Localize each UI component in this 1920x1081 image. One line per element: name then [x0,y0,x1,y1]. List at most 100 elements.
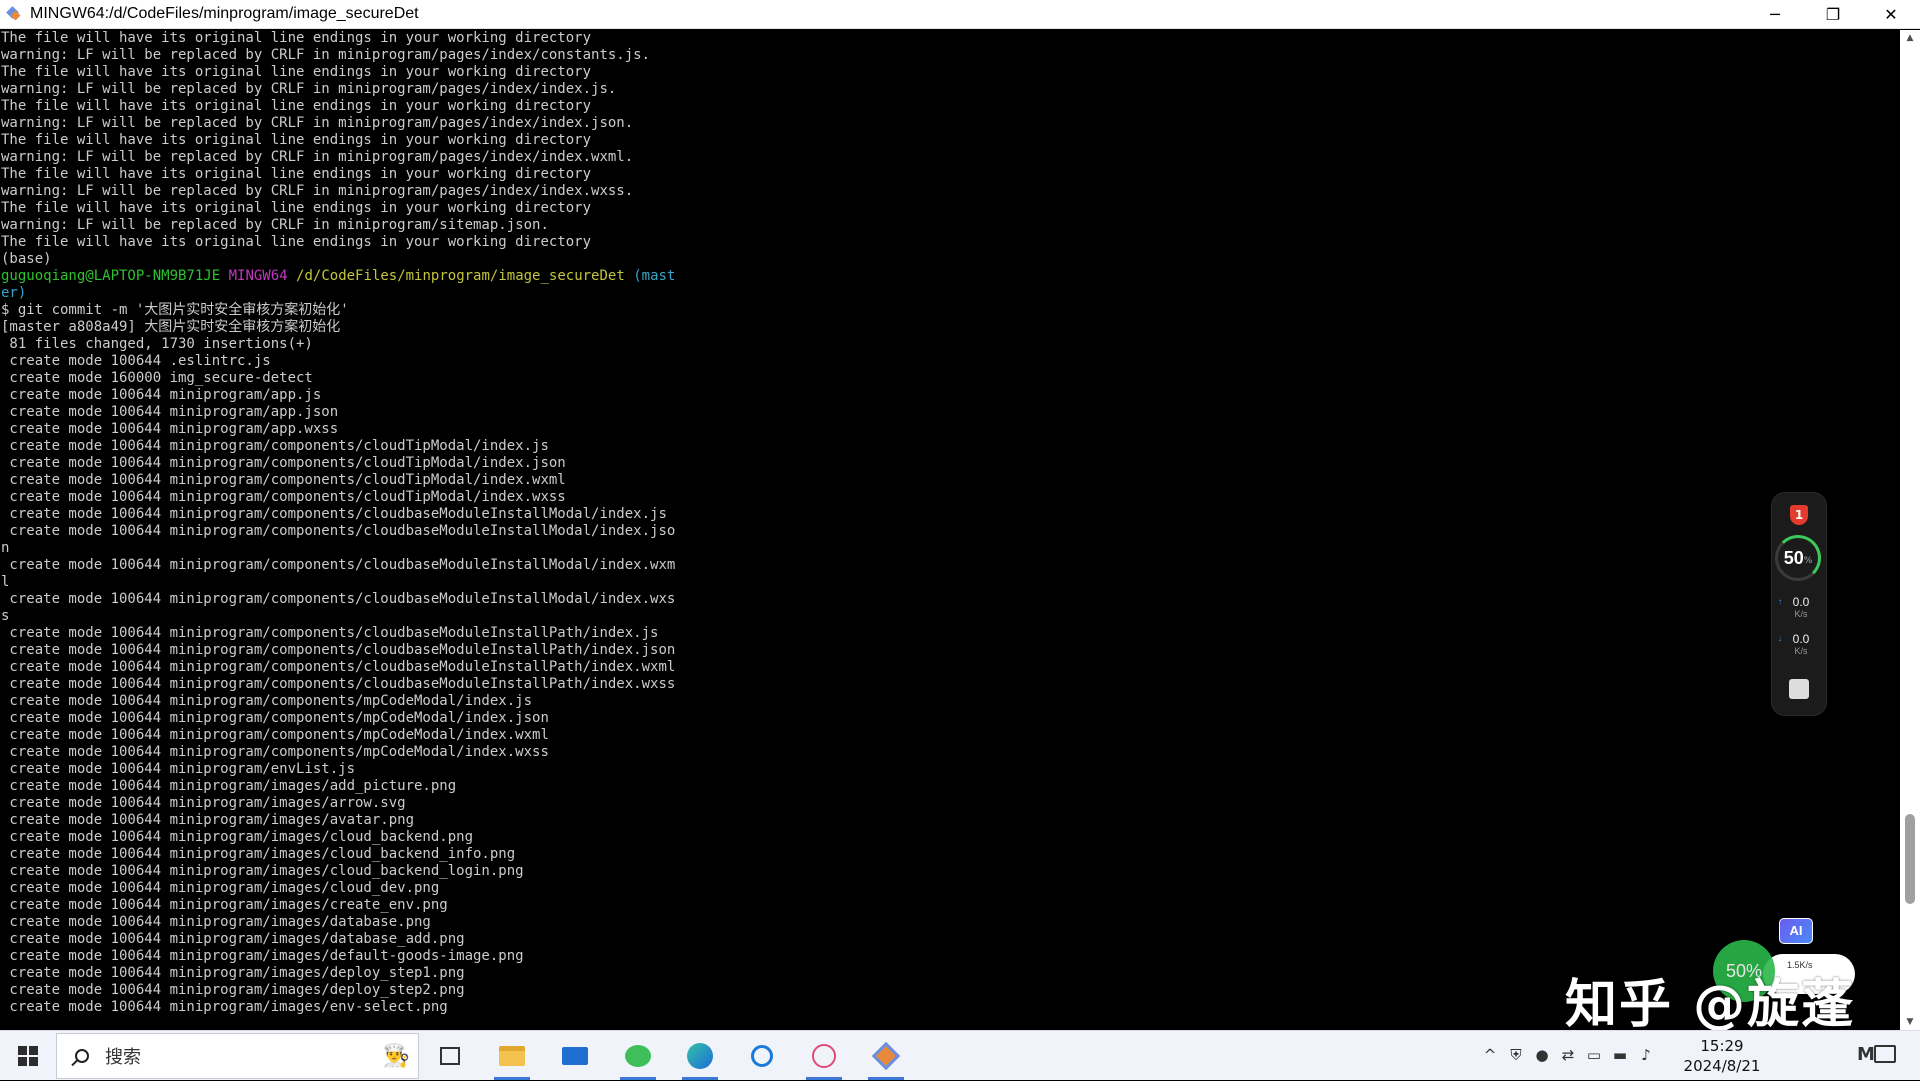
terminal-line: The file will have its original line end… [1,234,592,250]
window-controls: ─ ❐ ✕ [1746,0,1920,29]
snipping-tool-button[interactable] [800,1036,848,1080]
scroll-down-arrow-icon[interactable]: ▼ [1900,1014,1920,1030]
upload-value: 0.0 [1792,595,1810,609]
git-bash-button[interactable] [862,1036,910,1080]
network-icon[interactable]: ▭ [1584,1045,1604,1065]
percent-sign: % [1803,556,1813,566]
terminal-line: The file will have its original line end… [1,166,592,182]
terminal-line: create mode 100644 miniprogram/app.js [1,387,322,403]
terminal-line: create mode 100644 miniprogram/component… [1,693,533,709]
chevron-up-icon[interactable]: ^ [1480,1045,1500,1065]
transfer-icon[interactable]: ⇄ [1558,1045,1578,1065]
terminal-line: 81 files changed, 1730 insertions(+) [1,336,313,352]
notification-center-icon[interactable] [1874,1045,1896,1063]
terminal-line: warning: LF will be replaced by CRLF in … [1,183,634,199]
magnifier-app-icon [751,1045,773,1067]
everything-search-button[interactable] [738,1036,786,1076]
taskbar-clock[interactable]: 15:29 2024/8/21 [1672,1036,1772,1076]
maximize-button[interactable]: ❐ [1804,0,1862,29]
terminal-lines-after: $ git commit -m '大图片实时安全审核方案初始化' [master … [0,302,1898,1016]
terminal-output[interactable]: The file will have its original line end… [0,30,1898,1030]
terminal-line: s [1,608,10,624]
task-view-button[interactable] [426,1036,474,1076]
terminal-line: The file will have its original line end… [1,64,592,80]
upload-unit: K/s [1794,609,1808,619]
terminal-line: create mode 100644 miniprogram/component… [1,625,659,641]
terminal-line: warning: LF will be replaced by CRLF in … [1,81,617,97]
terminal-line: create mode 100644 miniprogram/images/av… [1,812,415,828]
terminal-line: create mode 100644 miniprogram/images/cr… [1,897,448,913]
terminal-line: create mode 100644 miniprogram/images/ar… [1,795,406,811]
security-shield-icon[interactable]: 1 [1790,505,1808,525]
minimize-button[interactable]: ─ [1746,0,1804,29]
prompt-shell: MINGW64 [228,268,288,284]
green-app-icon[interactable]: ● [1532,1045,1552,1065]
edge-button[interactable] [676,1036,724,1080]
terminal-line: create mode 100644 miniprogram/images/cl… [1,846,516,862]
terminal-line: (base) [1,251,52,267]
terminal-line: create mode 100644 miniprogram/component… [1,727,549,743]
search-highlight-icon: 👨‍🍳 [382,1044,410,1069]
edge-icon [687,1043,713,1069]
windows-logo-icon [18,1046,38,1066]
download-rate: ↓ 0.0 K/s [1778,632,1824,656]
memory-gauge[interactable]: 50% [1775,535,1821,581]
git-bash-icon [6,6,22,22]
terminal-line: create mode 100644 miniprogram/component… [1,710,549,726]
taskbar-search-box[interactable]: 搜索 👨‍🍳 [56,1033,419,1079]
battery-icon[interactable]: ▬ [1610,1045,1630,1065]
system-monitor-widget[interactable]: 1 50% ↑ 0.0 K/s ↓ 0.0 K/s [1771,492,1827,716]
terminal-line: warning: LF will be replaced by CRLF in … [1,149,634,165]
wechat-devtools-button[interactable] [614,1036,662,1080]
terminal-line: create mode 100644 miniprogram/images/ad… [1,778,457,794]
terminal-line: create mode 160000 img_secure-detect [1,370,313,386]
clock-time: 15:29 [1700,1037,1744,1055]
defender-shield-icon[interactable]: ⛨ [1506,1045,1526,1065]
terminal-line: create mode 100644 miniprogram/component… [1,472,566,488]
memory-percent: 50 [1783,547,1804,568]
ime-indicator[interactable]: M [1856,1045,1876,1065]
start-button[interactable] [8,1040,48,1072]
scroll-up-arrow-icon[interactable]: ▲ [1900,30,1920,46]
snipping-icon [812,1044,836,1068]
terminal-line: create mode 100644 miniprogram/component… [1,659,676,675]
watermark-text: 知乎 @旋蓬 [1565,975,1856,1035]
terminal-line: create mode 100644 miniprogram/app.json [1,404,339,420]
volume-icon[interactable]: ♪ [1636,1045,1656,1065]
taskbar: 搜索 👨‍🍳 ^ ⛨ ● ⇄ ▭ ▬ ♪ 15:29 2024/8/21 M [0,1030,1920,1080]
terminal-line: create mode 100644 miniprogram/images/cl… [1,880,440,896]
prompt-user: guguoqiang@LAPTOP-NM9B71JE [1,268,221,284]
terminal-line: warning: LF will be replaced by CRLF in … [1,217,549,233]
terminal-line: create mode 100644 miniprogram/app.wxss [1,421,339,437]
clipboard-icon[interactable] [1789,679,1809,699]
terminal-scrollbar[interactable]: ▲ ▼ [1900,30,1920,1030]
scrollbar-thumb[interactable] [1905,814,1915,904]
wechat-devtools-icon [625,1045,651,1067]
terminal-line: The file will have its original line end… [1,200,592,216]
upload-rate: ↑ 0.0 K/s [1778,595,1824,619]
terminal-line: create mode 100644 miniprogram/component… [1,591,676,607]
close-button[interactable]: ✕ [1862,0,1920,29]
terminal-line: create mode 100644 miniprogram/component… [1,642,676,658]
search-placeholder: 搜索 [105,1047,141,1068]
file-explorer-button[interactable] [488,1036,536,1080]
prompt-path: /d/CodeFiles/minprogram/image_secureDet [296,268,625,284]
terminal-line: create mode 100644 miniprogram/component… [1,438,549,454]
terminal-line: create mode 100644 miniprogram/component… [1,744,549,760]
shell-prompt: guguoqiang@LAPTOP-NM9B71JE MINGW64 /d/Co… [0,268,1898,302]
upload-arrow-icon: ↑ [1778,597,1782,606]
terminal-line: create mode 100644 miniprogram/component… [1,523,676,539]
terminal-line: create mode 100644 miniprogram/component… [1,455,566,471]
system-tray: ^ ⛨ ● ⇄ ▭ ▬ ♪ 15:29 2024/8/21 M [1480,1031,1920,1081]
terminal-line: create mode 100644 miniprogram/images/da… [1,931,465,947]
download-arrow-icon: ↓ [1778,634,1782,643]
terminal-line: create mode 100644 miniprogram/component… [1,557,676,573]
terminal-line: create mode 100644 miniprogram/images/cl… [1,829,474,845]
mail-icon [562,1047,588,1065]
git-bash-taskbar-icon [871,1041,901,1071]
title-bar[interactable]: MINGW64:/d/CodeFiles/minprogram/image_se… [0,0,1920,29]
mail-button[interactable] [551,1036,599,1076]
terminal-line: l [1,574,10,590]
terminal-line: $ git commit -m '大图片实时安全审核方案初始化' [1,302,349,318]
prompt-branch: (mast [633,268,676,284]
